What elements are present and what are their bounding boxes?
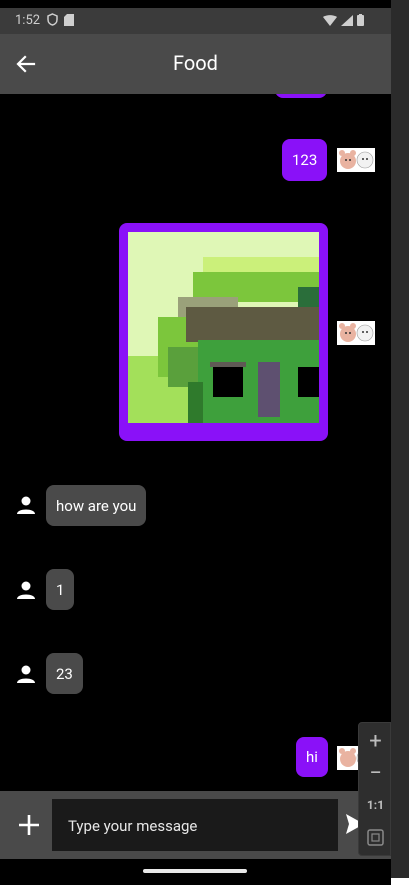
person-icon — [17, 581, 35, 599]
message-bubble-partial — [275, 94, 327, 98]
message-text: how are you — [56, 496, 137, 515]
battery-icon — [357, 14, 364, 26]
sd-card-icon — [64, 13, 74, 26]
chat-screen: 1:52 Food 1 23 how are you 1 23 hi Type y… — [0, 0, 391, 885]
status-bar: 1:52 — [0, 8, 391, 34]
message-bubble-incoming[interactable]: how are you — [46, 485, 147, 526]
message-text: 1 — [56, 580, 65, 599]
composer-bar: Type your message — [0, 791, 391, 859]
zoom-in-icon[interactable]: + — [359, 729, 392, 754]
zoom-ratio-button[interactable]: 1:1 — [359, 798, 392, 812]
image-message[interactable] — [119, 223, 328, 441]
message-bubble-outgoing[interactable]: 123 — [282, 139, 328, 181]
status-right-icons — [323, 14, 364, 26]
pixel-house-image — [128, 232, 319, 423]
page-title: Food — [173, 51, 218, 75]
add-attachment-icon[interactable] — [16, 812, 42, 838]
status-time: 1:52 — [15, 13, 41, 28]
zoom-controls: + − 1:1 — [358, 722, 391, 856]
person-icon — [17, 496, 35, 514]
message-text: hi — [306, 748, 318, 766]
message-list[interactable]: 1 23 how are you 1 23 hi — [0, 94, 391, 791]
shield-icon — [47, 13, 58, 26]
pixel-art-image — [128, 232, 319, 423]
app-bar: Food — [0, 34, 391, 94]
emulator-side-gutter — [391, 0, 409, 885]
status-left-icons — [47, 13, 74, 26]
message-bubble-incoming[interactable]: 1 — [46, 569, 75, 610]
bear-sticker-avatar-icon — [337, 148, 375, 172]
message-bubble-incoming[interactable]: 23 — [46, 653, 83, 694]
zoom-out-icon[interactable]: − — [359, 761, 392, 786]
message-bubble-outgoing[interactable]: hi — [296, 737, 328, 777]
message-input-placeholder: Type your message — [68, 817, 198, 835]
navigation-bar — [0, 859, 391, 885]
home-indicator[interactable] — [143, 869, 247, 873]
signal-icon — [341, 14, 353, 26]
message-text: 23 — [56, 664, 73, 683]
fit-screen-icon[interactable] — [367, 829, 384, 846]
message-input[interactable]: Type your message — [52, 799, 338, 851]
message-text: 123 — [292, 151, 318, 169]
bear-sticker-avatar-icon — [337, 321, 375, 345]
person-icon — [17, 665, 35, 683]
wifi-icon — [323, 14, 337, 26]
emulator-corner — [391, 878, 409, 885]
